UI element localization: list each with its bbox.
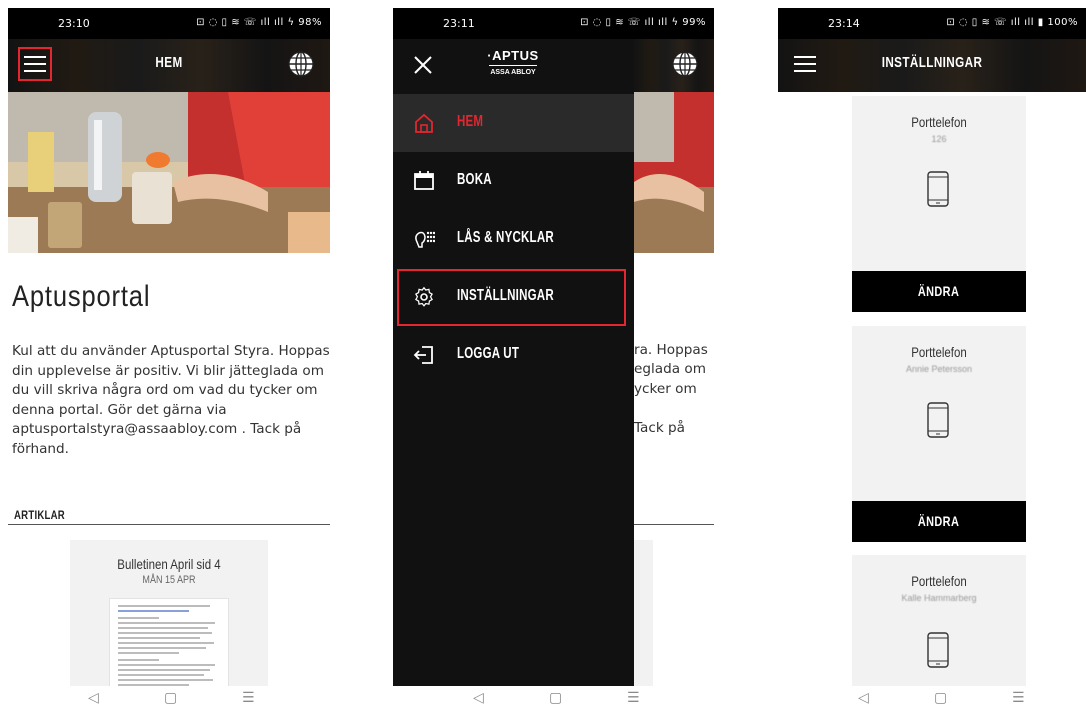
top-bar-behind	[634, 39, 714, 92]
button-label: ÄNDRA	[918, 283, 960, 299]
navigation-drawer: ·APTUS ASSA ABLOY HEM BOKA LÅS & NYCKLAR…	[393, 39, 634, 686]
globe-icon[interactable]	[288, 51, 314, 77]
card-subtitle: Annie Petersson	[905, 364, 973, 374]
menu-item-boka[interactable]: BOKA	[393, 152, 634, 210]
hamburger-menu-button[interactable]	[788, 47, 822, 81]
status-bar: 23:14 ⊡ ◌ ▯ ≋ ☏ ıll ıll ▮ 100%	[778, 8, 1086, 39]
hamburger-icon	[24, 56, 46, 72]
hero-illustration	[634, 92, 714, 253]
menu-item-las-nycklar[interactable]: LÅS & NYCKLAR	[393, 210, 634, 268]
screen-menu-open: 23:11 ⊡ ◌ ▯ ≋ ☏ ıll ıll ϟ 99% ra. Hoppas…	[393, 0, 714, 712]
porttelefon-card: Porttelefon Kalle Hammarberg	[852, 555, 1026, 686]
mobile-phone-icon	[927, 402, 949, 438]
page-heading: Aptusportal	[12, 280, 151, 313]
intro-line: din upplevelse är positiv. Vi blir jätte…	[12, 362, 324, 379]
top-bar: HEM	[8, 39, 330, 92]
button-label: ÄNDRA	[918, 513, 960, 529]
hero-photo	[8, 92, 330, 253]
status-icons: ⊡ ◌ ▯ ≋ ☏ ıll ıll ▮ 100%	[946, 17, 1078, 28]
android-nav-bar: ◁ ▢ ☰	[393, 686, 714, 712]
home-nav-icon[interactable]: ▢	[549, 690, 562, 706]
intro-line-partial: ycker om	[634, 381, 697, 397]
status-bar: 23:10 ⊡ ◌ ▯ ≋ ☏ ıll ıll ϟ 98%	[8, 8, 330, 39]
status-icons: ⊡ ◌ ▯ ≋ ☏ ıll ıll ϟ 98%	[196, 17, 322, 28]
page-title: INSTÄLLNINGAR	[881, 54, 983, 71]
hero-illustration	[8, 92, 330, 253]
hero-photo-behind	[634, 92, 714, 253]
selection-highlight	[397, 269, 626, 326]
drawer-header: ·APTUS ASSA ABLOY	[393, 39, 634, 94]
card-subtitle: 126	[931, 134, 947, 144]
status-time: 23:11	[443, 17, 475, 30]
mobile-phone-icon	[927, 171, 949, 207]
menu-item-label: BOKA	[457, 171, 492, 188]
home-icon	[415, 113, 433, 133]
intro-line-partial: eglada om	[634, 361, 706, 377]
change-button[interactable]: ÄNDRA	[852, 271, 1026, 312]
assa-abloy-logo-text: ASSA ABLOY	[490, 69, 536, 76]
intro-line-partial: ra. Hoppas	[634, 342, 708, 358]
home-nav-icon[interactable]: ▢	[934, 690, 947, 706]
menu-item-hem[interactable]: HEM	[393, 94, 634, 152]
screen-settings: 23:14 ⊡ ◌ ▯ ≋ ☏ ıll ıll ▮ 100% INSTÄLLNI…	[778, 0, 1086, 712]
recents-icon[interactable]: ☰	[242, 690, 255, 706]
card-title: Porttelefon	[911, 573, 967, 589]
intro-text: Kul att du använder Aptusportal Styra. H…	[12, 342, 330, 459]
porttelefon-card: Porttelefon Annie Petersson	[852, 326, 1026, 501]
recents-icon[interactable]: ☰	[627, 690, 640, 706]
calendar-icon	[414, 171, 434, 190]
card-title: Porttelefon	[911, 114, 967, 130]
intro-line: förhand.	[12, 440, 69, 457]
home-nav-icon[interactable]: ▢	[164, 690, 177, 706]
section-divider	[634, 524, 714, 525]
page-title: HEM	[155, 54, 183, 71]
section-divider	[8, 524, 330, 525]
intro-line: du vill skriva några ord om vad du tycke…	[12, 382, 318, 398]
screen-home: 23:10 ⊡ ◌ ▯ ≋ ☏ ıll ıll ϟ 98% HEM Aptusp…	[8, 0, 330, 712]
change-button[interactable]: ÄNDRA	[852, 501, 1026, 542]
article-title: Bulletinen April sid 4	[117, 556, 221, 572]
card-subtitle: Kalle Hammarberg	[901, 593, 977, 603]
menu-item-label: LÅS & NYCKLAR	[457, 229, 554, 246]
mobile-phone-icon	[927, 632, 949, 668]
android-nav-bar: ◁ ▢ ☰	[8, 686, 330, 712]
porttelefon-card: Porttelefon 126	[852, 96, 1026, 271]
article-thumbnail	[109, 598, 229, 692]
status-icons: ⊡ ◌ ▯ ≋ ☏ ıll ıll ϟ 99%	[580, 17, 706, 28]
status-bar: 23:11 ⊡ ◌ ▯ ≋ ☏ ıll ıll ϟ 99%	[393, 8, 714, 39]
menu-item-label: LOGGA UT	[457, 345, 520, 362]
logo-divider	[489, 65, 537, 66]
back-icon[interactable]: ◁	[473, 690, 484, 706]
aptus-logo-text: ·APTUS	[487, 48, 539, 63]
intro-line: denna portal. Gör det gärna via	[12, 401, 227, 418]
globe-icon[interactable]	[672, 51, 698, 77]
intro-line-partial: Tack på	[634, 420, 686, 436]
section-title-articles: ARTIKLAR	[14, 508, 65, 522]
intro-line: aptusportalstyra@assaabloy.com . Tack på	[12, 421, 302, 437]
article-card-partial	[634, 540, 653, 686]
intro-line: Kul att du använder Aptusportal Styra. H…	[12, 343, 330, 359]
article-date: MÅN 15 APR	[142, 574, 196, 586]
menu-item-logga-ut[interactable]: LOGGA UT	[393, 326, 634, 384]
recents-icon[interactable]: ☰	[1012, 690, 1025, 706]
hamburger-menu-button[interactable]	[18, 47, 52, 81]
close-icon[interactable]	[411, 53, 435, 77]
menu-item-label: HEM	[457, 113, 484, 130]
status-time: 23:14	[828, 17, 860, 30]
top-bar: INSTÄLLNINGAR	[778, 39, 1086, 92]
card-title: Porttelefon	[911, 344, 967, 360]
status-time: 23:10	[58, 17, 90, 30]
key-icon	[415, 231, 435, 248]
back-icon[interactable]: ◁	[858, 690, 869, 706]
hamburger-icon	[794, 56, 816, 72]
android-nav-bar: ◁ ▢ ☰	[778, 686, 1086, 712]
logout-icon	[413, 346, 433, 364]
back-icon[interactable]: ◁	[88, 690, 99, 706]
article-card[interactable]: Bulletinen April sid 4 MÅN 15 APR	[70, 540, 268, 692]
